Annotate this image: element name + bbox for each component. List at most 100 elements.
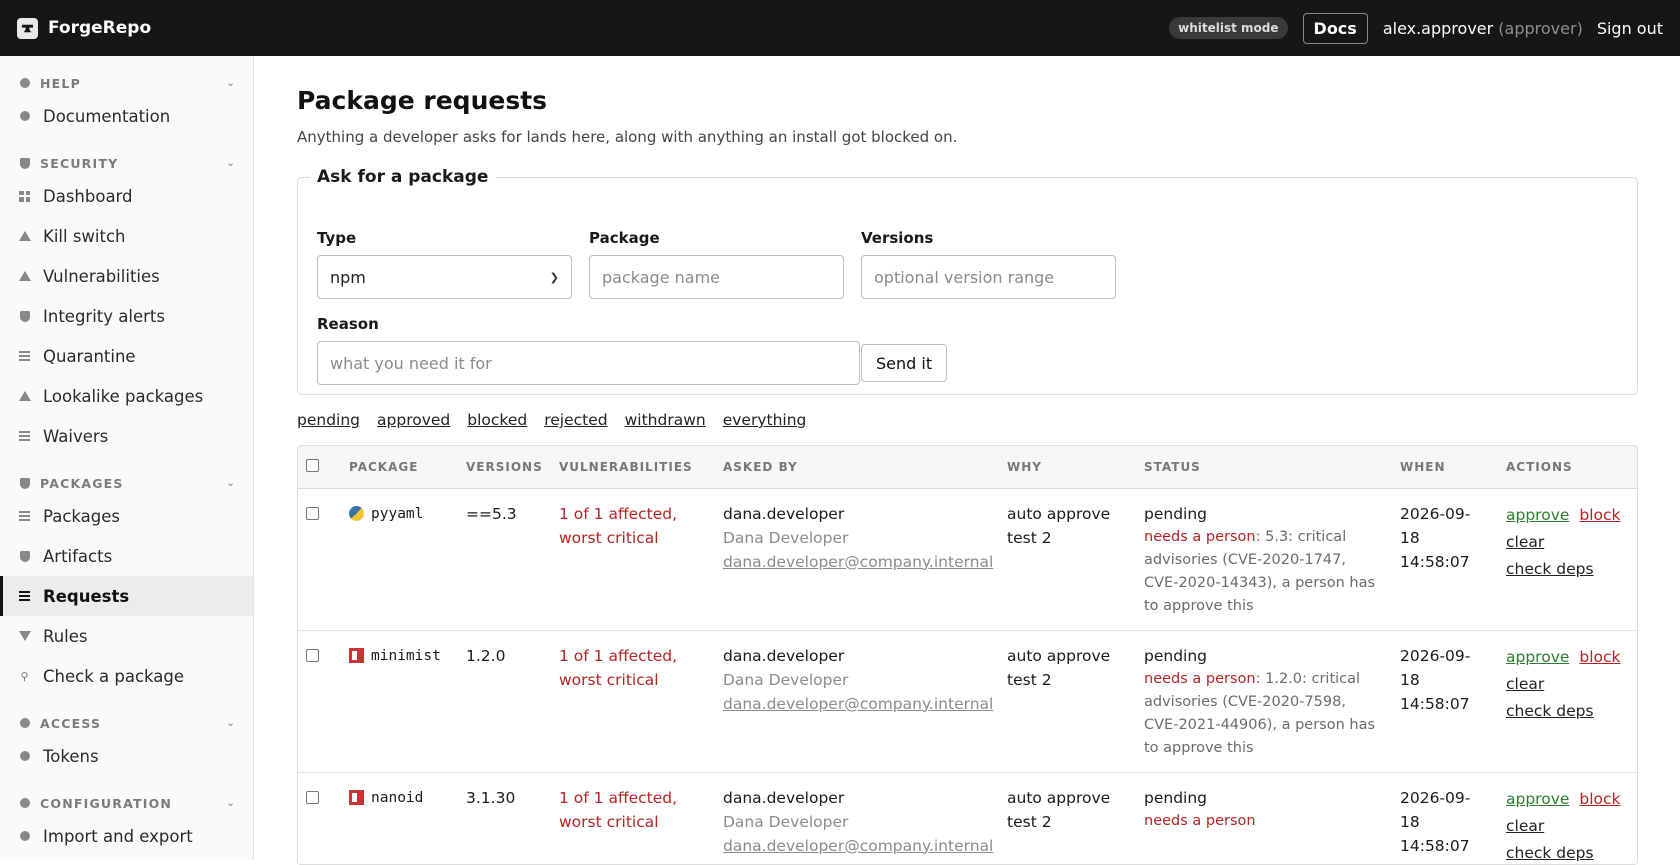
vulnerabilities-cell[interactable]: 1 of 1 affected, worst critical [551, 488, 715, 630]
reason-input[interactable]: what you need it for [317, 341, 860, 385]
block-button[interactable]: block [1579, 790, 1620, 808]
sidebar-item-label: Artifacts [43, 547, 112, 566]
page-subtitle: Anything a developer asks for lands here… [297, 128, 1638, 146]
approve-button[interactable]: approve [1506, 790, 1569, 808]
section-title: SECURITY [40, 156, 118, 171]
type-select[interactable]: npm ❯ [317, 255, 572, 299]
block-button[interactable]: block [1579, 648, 1620, 666]
chevron-down-icon: ⌄ [226, 798, 236, 809]
requests-table: PACKAGE VERSIONS VULNERABILITIES ASKED B… [297, 445, 1638, 865]
needs-person-label: needs a person [1144, 671, 1256, 687]
chevron-down-icon: ⌄ [226, 478, 236, 489]
sidebar-item-integrity-alerts[interactable]: Integrity alerts [0, 296, 253, 336]
asked-by-user: dana.developer [723, 502, 991, 526]
filter-icon [18, 631, 31, 641]
form-legend: Ask for a package [310, 167, 495, 187]
sidebar-item-vulnerabilities[interactable]: Vulnerabilities [0, 256, 253, 296]
sign-out-link[interactable]: Sign out [1597, 19, 1663, 38]
sidebar-item-packages[interactable]: Packages [0, 496, 253, 536]
sidebar-item-label: Requests [43, 587, 129, 606]
key-icon [18, 751, 31, 761]
sidebar-item-label: Tokens [43, 747, 99, 766]
asked-by-email[interactable]: dana.developer@company.internal [723, 834, 991, 858]
section-help[interactable]: HELP ⌄ [0, 70, 253, 96]
sidebar-item-label: Waivers [43, 427, 108, 446]
check-deps-button[interactable]: check deps [1506, 840, 1629, 865]
asked-by-email[interactable]: dana.developer@company.internal [723, 550, 991, 574]
sidebar-item-tokens[interactable]: Tokens [0, 736, 253, 776]
filter-everything[interactable]: everything [723, 411, 807, 429]
section-packages[interactable]: PACKAGES ⌄ [0, 470, 253, 496]
section-title: HELP [40, 76, 81, 91]
clear-button[interactable]: clear [1506, 813, 1629, 840]
filter-rejected[interactable]: rejected [544, 411, 607, 429]
section-configuration[interactable]: CONFIGURATION ⌄ [0, 790, 253, 816]
sidebar-item-dashboard[interactable]: Dashboard [0, 176, 253, 216]
package-name[interactable]: nanoid [371, 786, 423, 810]
sidebar-item-quarantine[interactable]: Quarantine [0, 336, 253, 376]
check-deps-button[interactable]: check deps [1506, 556, 1629, 583]
column-header: WHEN [1392, 446, 1498, 488]
row-checkbox[interactable] [306, 791, 319, 804]
sidebar-item-waivers[interactable]: Waivers [0, 416, 253, 456]
filter-approved[interactable]: approved [377, 411, 450, 429]
sidebar-item-kill-switch[interactable]: Kill switch [0, 216, 253, 256]
filter-pending[interactable]: pending [297, 411, 360, 429]
clear-button[interactable]: clear [1506, 671, 1629, 698]
send-button[interactable]: Send it [861, 344, 947, 382]
sidebar-item-requests[interactable]: Requests [0, 576, 253, 616]
column-header: PACKAGE [341, 446, 458, 488]
filter-blocked[interactable]: blocked [467, 411, 527, 429]
package-input[interactable]: package name [589, 255, 844, 299]
document-icon [18, 431, 31, 441]
npm-icon [349, 648, 364, 663]
reason-label: Reason [317, 315, 947, 333]
ask-for-package-form: Ask for a package Type npm ❯ Package pac… [297, 167, 1638, 395]
sidebar-item-label: Rules [43, 627, 88, 646]
section-security[interactable]: SECURITY ⌄ [0, 150, 253, 176]
sidebar-item-check-a-package[interactable]: ⚲ Check a package [0, 656, 253, 696]
asked-by-email[interactable]: dana.developer@company.internal [723, 692, 991, 716]
status-note: needs a person: 1.2.0: critical advisori… [1144, 668, 1384, 760]
package-name[interactable]: minimist [371, 644, 441, 668]
sidebar-item-artifacts[interactable]: Artifacts [0, 536, 253, 576]
section-access[interactable]: ACCESS ⌄ [0, 710, 253, 736]
sidebar-item-rules[interactable]: Rules [0, 616, 253, 656]
user-role: (approver) [1498, 19, 1583, 38]
row-checkbox[interactable] [306, 649, 319, 662]
when-cell: 2026-09-18 14:58:07 [1392, 772, 1498, 865]
info-icon [18, 111, 31, 121]
top-bar: ForgeRepo whitelist mode Docs alex.appro… [0, 0, 1680, 56]
approve-button[interactable]: approve [1506, 648, 1569, 666]
select-all-checkbox[interactable] [306, 459, 319, 472]
clear-button[interactable]: clear [1506, 529, 1629, 556]
sidebar-item-label: Dashboard [43, 187, 133, 206]
why-cell: auto approve test 2 [999, 772, 1136, 865]
brand[interactable]: ForgeRepo [17, 18, 151, 39]
sidebar-item-label: Documentation [43, 107, 170, 126]
section-title: PACKAGES [40, 476, 124, 491]
sidebar-item-label: Vulnerabilities [43, 267, 160, 286]
sidebar-item-lookalike-packages[interactable]: Lookalike packages [0, 376, 253, 416]
block-button[interactable]: block [1579, 506, 1620, 524]
check-deps-button[interactable]: check deps [1506, 698, 1629, 725]
status-value: pending [1144, 502, 1384, 526]
versions-cell: ==5.3 [458, 488, 551, 630]
row-checkbox[interactable] [306, 507, 319, 520]
docs-button[interactable]: Docs [1303, 13, 1368, 44]
approve-button[interactable]: approve [1506, 506, 1569, 524]
chevron-down-icon: ⌄ [226, 158, 236, 169]
sidebar-item-label: Kill switch [43, 227, 126, 246]
sidebar-item-import-and-export[interactable]: Import and export [0, 816, 253, 856]
vulnerabilities-cell[interactable]: 1 of 1 affected, worst critical [551, 772, 715, 865]
filter-withdrawn[interactable]: withdrawn [625, 411, 706, 429]
asked-by-name: Dana Developer [723, 668, 991, 692]
sidebar-item-label: Quarantine [43, 347, 136, 366]
warning-icon [18, 231, 31, 241]
status-note: needs a person: 5.3: critical advisories… [1144, 526, 1384, 618]
sidebar-item-documentation[interactable]: Documentation [0, 96, 253, 136]
package-name[interactable]: pyyaml [371, 502, 423, 526]
versions-input[interactable]: optional version range [861, 255, 1116, 299]
vulnerabilities-cell[interactable]: 1 of 1 affected, worst critical [551, 630, 715, 772]
npm-icon [349, 790, 364, 805]
